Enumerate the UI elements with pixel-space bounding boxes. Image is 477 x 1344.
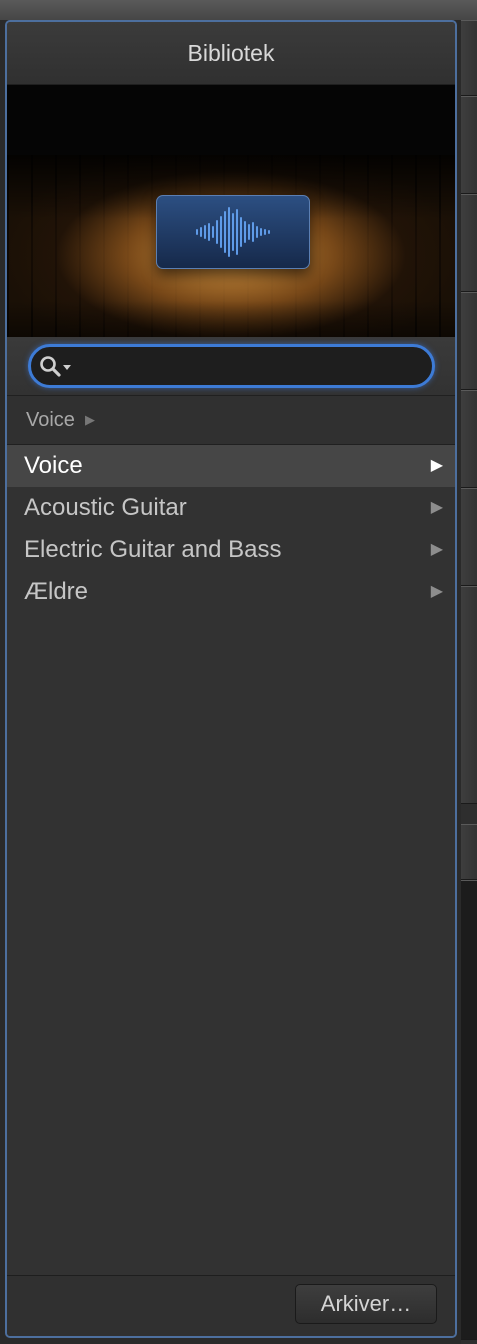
list-item-electric-guitar-and-bass[interactable]: Electric Guitar and Bass ▶	[7, 529, 455, 571]
breadcrumb[interactable]: Voice ▶	[7, 396, 455, 445]
track-header-segment[interactable]	[461, 824, 477, 880]
preview-image	[7, 85, 455, 337]
panel-footer: Arkiver…	[7, 1275, 455, 1336]
list-item-aeldre[interactable]: Ældre ▶	[7, 571, 455, 613]
breadcrumb-item[interactable]: Voice	[26, 409, 75, 431]
search-field[interactable]	[28, 344, 435, 388]
list-item-label: Electric Guitar and Bass	[24, 536, 282, 563]
panel-title: Bibliotek	[7, 22, 455, 85]
track-header-segment[interactable]	[461, 390, 477, 488]
list-item-label: Acoustic Guitar	[24, 494, 187, 521]
track-header-segment[interactable]	[461, 194, 477, 292]
disclosure-arrow-icon: ▶	[430, 499, 443, 516]
track-header-segment[interactable]	[461, 96, 477, 194]
disclosure-arrow-icon: ▶	[430, 583, 443, 600]
list-item-voice[interactable]: Voice ▶	[7, 445, 455, 487]
window-top-strip	[0, 0, 477, 20]
audio-waveform-icon	[156, 195, 310, 269]
track-header-segment[interactable]	[461, 586, 477, 804]
archive-button[interactable]: Arkiver…	[295, 1284, 437, 1324]
track-header-segment[interactable]	[461, 292, 477, 390]
track-header-segment[interactable]	[461, 20, 477, 96]
chevron-right-icon: ▶	[84, 412, 95, 427]
disclosure-arrow-icon: ▶	[430, 457, 443, 474]
library-panel: Bibliotek Voice ▶ Voice ▶ Acoustic Guita…	[5, 20, 457, 1338]
adjacent-track-column	[461, 20, 477, 1344]
search-icon[interactable]	[39, 355, 75, 384]
track-area[interactable]	[461, 880, 477, 1340]
search-input[interactable]	[79, 351, 423, 383]
disclosure-arrow-icon: ▶	[430, 541, 443, 558]
list-item-label: Ældre	[24, 578, 89, 605]
patch-category-list: Voice ▶ Acoustic Guitar ▶ Electric Guita…	[7, 445, 455, 613]
list-item-label: Voice	[24, 452, 83, 479]
search-bar	[7, 337, 455, 396]
track-header-segment[interactable]	[461, 488, 477, 586]
list-item-acoustic-guitar[interactable]: Acoustic Guitar ▶	[7, 487, 455, 529]
